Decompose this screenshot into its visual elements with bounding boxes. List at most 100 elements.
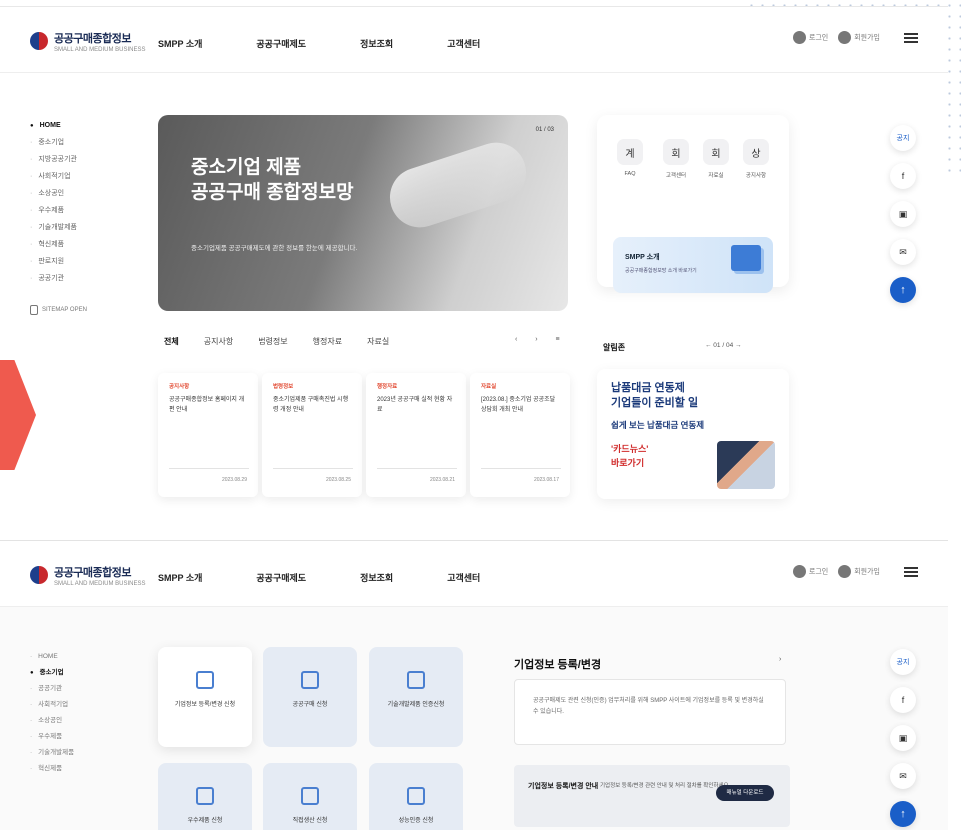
cardnews-banner[interactable]: 납품대금 연동제 기업들이 준비할 일 쉽게 보는 납품대금 연동제 '카드뉴스'… <box>597 369 789 499</box>
main-nav: SMPP 소개 공공구매제도 정보조회 고객센터 <box>158 37 534 50</box>
board-card[interactable]: 법령정보 중소기업제품 구매촉진법 시행령 개정 안내 2023.08.25 <box>262 373 362 497</box>
side-nav-item[interactable]: 소상공인 <box>30 185 130 202</box>
quick-item[interactable]: 회 고객센터 <box>659 139 693 179</box>
menu-icon[interactable] <box>904 32 918 43</box>
side-nav-item[interactable]: 혁신제품 <box>30 236 130 253</box>
nav-info[interactable]: 정보조회 <box>360 37 393 50</box>
login-link[interactable]: 로그인 <box>792 31 828 44</box>
join-link[interactable]: 회원가입 <box>838 565 880 578</box>
smpp-intro-card[interactable]: SMPP 소개 공공구매종합정보망 소개 바로가기 <box>613 237 773 293</box>
hero-banner[interactable]: 중소기업 제품 공공구매 종합정보망 중소기업제품 공공구매제도에 관한 정보를… <box>158 115 568 311</box>
nav-support[interactable]: 고객센터 <box>447 37 480 50</box>
menu-icon[interactable] <box>904 566 918 577</box>
mail-icon[interactable]: ✉ <box>890 763 916 789</box>
hero-description: 중소기업제품 공공구매제도에 관한 정보를 한눈에 제공합니다. <box>191 245 358 252</box>
side-nav-item[interactable]: 중소기업 <box>30 134 130 151</box>
clipboard-icon <box>407 787 425 805</box>
main-nav: SMPP 소개 공공구매제도 정보조회 고객센터 <box>158 571 534 584</box>
side-nav-item[interactable]: HOME <box>30 649 74 665</box>
board-tabs: 전체 공지사항 법령정보 행정자료 자료실 <box>164 336 414 347</box>
facebook-icon[interactable]: f <box>890 687 916 713</box>
logo-mark-icon <box>30 566 48 584</box>
faq-icon: 계 <box>617 139 643 165</box>
blog-icon[interactable]: ▣ <box>890 725 916 751</box>
monitor-icon <box>731 245 761 271</box>
side-nav-item[interactable]: 공공기관 <box>30 270 130 287</box>
tab-notice[interactable]: 공지사항 <box>204 336 233 347</box>
side-nav-item[interactable]: 사회적기업 <box>30 697 74 713</box>
side-nav-item[interactable]: 판로지원 <box>30 253 130 270</box>
sitemap-toggle[interactable]: SITEMAP OPEN <box>30 305 130 315</box>
nav-smpp[interactable]: SMPP 소개 <box>158 37 202 50</box>
nav-info[interactable]: 정보조회 <box>360 571 393 584</box>
nav-system[interactable]: 공공구매제도 <box>256 571 306 584</box>
archive-icon: 회 <box>703 139 729 165</box>
side-nav-item[interactable]: 공공기관 <box>30 681 74 697</box>
quick-item[interactable]: 계 FAQ <box>613 139 647 177</box>
nav-support[interactable]: 고객센터 <box>447 571 480 584</box>
side-nav-item[interactable]: 소상공인 <box>30 713 74 729</box>
board-pager[interactable]: ‹ › ≡ <box>515 336 568 343</box>
side-nav-item[interactable]: 기술개발제품 <box>30 745 74 761</box>
user-icon <box>838 565 852 578</box>
side-nav: HOME 중소기업 공공기관 사회적기업 소상공인 우수제품 기술개발제품 혁신… <box>30 649 74 777</box>
nav-smpp[interactable]: SMPP 소개 <box>158 571 202 584</box>
tab-admin[interactable]: 행정자료 <box>313 336 342 347</box>
notice-bell-icon[interactable]: 공지 <box>890 649 916 675</box>
board-card[interactable]: 공지사항 공공구매종합정보 홈페이지 개편 안내 2023.08.29 <box>158 373 258 497</box>
join-link[interactable]: 회원가입 <box>838 31 880 44</box>
hero-title: 중소기업 제품 공공구매 종합정보망 <box>191 157 354 203</box>
quick-menu-panel: 계 FAQ 회 고객센터 회 자료실 상 공지사항 SMPP 소개 공공구매종합정보망 … <box>597 115 789 293</box>
page-preview-sme: 공공구매종합정보 SMALL AND MEDIUM BUSINESS SMPP … <box>0 540 948 830</box>
logo[interactable]: 공공구매종합정보 SMALL AND MEDIUM BUSINESS <box>30 563 145 587</box>
notice-icon: 상 <box>743 139 769 165</box>
service-card[interactable]: 우수제품 신청 <box>158 763 252 830</box>
tab-archive[interactable]: 자료실 <box>367 336 389 347</box>
info-guide-bar: 기업정보 등록/변경 안내 기업정보 등록/변경 관련 안내 및 처리 절차를 … <box>514 765 790 827</box>
side-nav-item[interactable]: HOME <box>30 117 130 134</box>
tab-law[interactable]: 법령정보 <box>258 336 287 347</box>
header-2: 공공구매종합정보 SMALL AND MEDIUM BUSINESS SMPP … <box>0 541 948 607</box>
logo[interactable]: 공공구매종합정보 SMALL AND MEDIUM BUSINESS <box>30 29 145 53</box>
service-card[interactable]: 기술개발제품 인증신청 <box>369 647 463 747</box>
side-nav-item[interactable]: 혁신제품 <box>30 761 74 777</box>
login-link[interactable]: 로그인 <box>792 565 828 578</box>
manual-download-button[interactable]: 매뉴얼 다운로드 <box>716 785 774 801</box>
board-card[interactable]: 자료실 [2023.08.] 중소기업 공공조달 상담회 개최 안내 2023.08… <box>470 373 570 497</box>
certificate-icon <box>407 671 425 689</box>
side-nav-item[interactable]: 기술개발제품 <box>30 219 130 236</box>
sitemap-icon <box>30 305 38 315</box>
service-card[interactable]: 성능인증 신청 <box>369 763 463 830</box>
side-nav-item[interactable]: 우수제품 <box>30 729 74 745</box>
service-card[interactable]: 직접생산 신청 <box>263 763 357 830</box>
board-cards: 공지사항 공공구매종합정보 홈페이지 개편 안내 2023.08.29 법령정보 중소… <box>158 373 570 497</box>
hero-pagination[interactable]: 01 / 03 <box>536 127 554 133</box>
scroll-top-icon[interactable]: ↑ <box>890 277 916 303</box>
info-more-link[interactable]: › <box>779 656 781 663</box>
logo-sub: SMALL AND MEDIUM BUSINESS <box>54 47 146 53</box>
side-nav-item[interactable]: 중소기업 <box>30 665 74 681</box>
quick-item[interactable]: 회 자료실 <box>699 139 733 179</box>
user-icon <box>838 31 852 44</box>
notice-bell-icon[interactable]: 공지 <box>890 125 916 151</box>
board-card[interactable]: 행정자료 2023년 공공구매 실적 현황 자료 2023.08.21 <box>366 373 466 497</box>
service-card[interactable]: 공공구매 신청 <box>263 647 357 747</box>
nav-system[interactable]: 공공구매제도 <box>256 37 306 50</box>
logo-mark-icon <box>30 32 48 50</box>
side-nav-item[interactable]: 우수제품 <box>30 202 130 219</box>
briefcase-icon <box>301 787 319 805</box>
blog-icon[interactable]: ▣ <box>890 201 916 227</box>
facebook-icon[interactable]: f <box>890 163 916 189</box>
service-card[interactable]: 기업정보 등록/변경 신청 <box>158 647 252 747</box>
side-nav-item[interactable]: 지방공공기관 <box>30 151 130 168</box>
utility-menu: 로그인 회원가입 <box>792 31 918 44</box>
quick-item[interactable]: 상 공지사항 <box>739 139 773 179</box>
scroll-top-icon[interactable]: ↑ <box>890 801 916 827</box>
side-nav-item[interactable]: 사회적기업 <box>30 168 130 185</box>
tab-all[interactable]: 전체 <box>164 336 179 347</box>
book-icon <box>301 671 319 689</box>
alert-zone-pager[interactable]: ← 01 / 04 → <box>705 342 742 349</box>
mail-icon[interactable]: ✉ <box>890 239 916 265</box>
banner-illustration <box>717 441 775 489</box>
floating-tools: 공지 f ▣ ✉ ↑ <box>890 125 916 303</box>
